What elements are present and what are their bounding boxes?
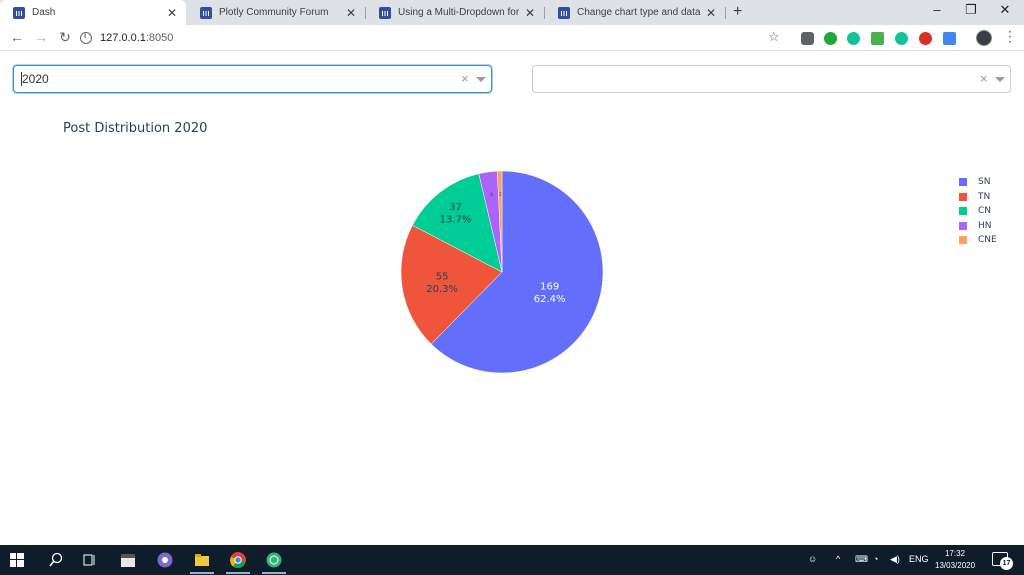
system-clock[interactable]: 17:32 13/03/2020 (935, 548, 975, 572)
search-icon[interactable] (48, 552, 64, 568)
legend-label: CNE (978, 235, 997, 245)
slice-value-label: 37 (449, 202, 462, 213)
windows-start-icon[interactable] (10, 553, 24, 567)
keyboard-icon[interactable]: ⌨ (855, 554, 868, 565)
legend-item-cne[interactable]: CNE (959, 234, 997, 246)
volume-icon[interactable]: ◀) (890, 554, 900, 565)
legend-item-cn[interactable]: CN (959, 205, 991, 217)
chrome-icon[interactable] (230, 552, 246, 568)
slice-percent-label: 20.3% (426, 284, 458, 295)
pie-chart: 16962.4% 55 20.3% 37 13.7% 8 2 (400, 170, 604, 374)
legend-swatch (959, 221, 967, 230)
clock-date: 13/03/2020 (935, 561, 976, 570)
windows-taskbar: ☺ ^ ⌨ ◔ ◀) ENG 17:32 13/03/2020 17 (0, 545, 1024, 575)
slice-percent-label: 62.4% (534, 294, 566, 305)
legend-item-hn[interactable]: HN (959, 220, 992, 232)
file-explorer-icon[interactable] (194, 552, 210, 568)
slice-value-label: 169 (540, 282, 559, 293)
notification-badge: 17 (1000, 557, 1013, 570)
active-indicator (226, 572, 250, 574)
legend-swatch (959, 178, 967, 186)
slice-value-label: 8 (490, 192, 493, 197)
legend-label: CN (978, 206, 992, 216)
slice-percent-label: 13.7% (440, 215, 472, 226)
legend-swatch (959, 192, 967, 201)
active-indicator (262, 572, 286, 574)
people-icon[interactable]: ☺ (808, 554, 817, 564)
legend-label: TN (978, 191, 991, 202)
legend-item-tn[interactable]: TN (959, 191, 990, 203)
legend-label: HN (978, 220, 992, 231)
active-indicator (190, 572, 214, 574)
clock-time: 17:32 (944, 549, 966, 558)
legend-label: SN (978, 177, 991, 187)
slice-value-label: 2 (499, 191, 502, 196)
calendar-app-icon[interactable] (120, 552, 136, 568)
legend-swatch (959, 236, 967, 244)
app-icon[interactable] (266, 552, 282, 568)
language-indicator[interactable]: ENG (909, 554, 929, 564)
legend-item-sn[interactable]: SN (959, 176, 990, 188)
legend-swatch (959, 207, 967, 215)
slice-value-label: 55 (436, 271, 449, 282)
media-player-icon[interactable] (157, 552, 173, 568)
task-view-icon[interactable] (82, 552, 98, 568)
chevron-up-icon[interactable]: ^ (836, 554, 840, 564)
wifi-icon[interactable]: ◔ (873, 554, 878, 564)
